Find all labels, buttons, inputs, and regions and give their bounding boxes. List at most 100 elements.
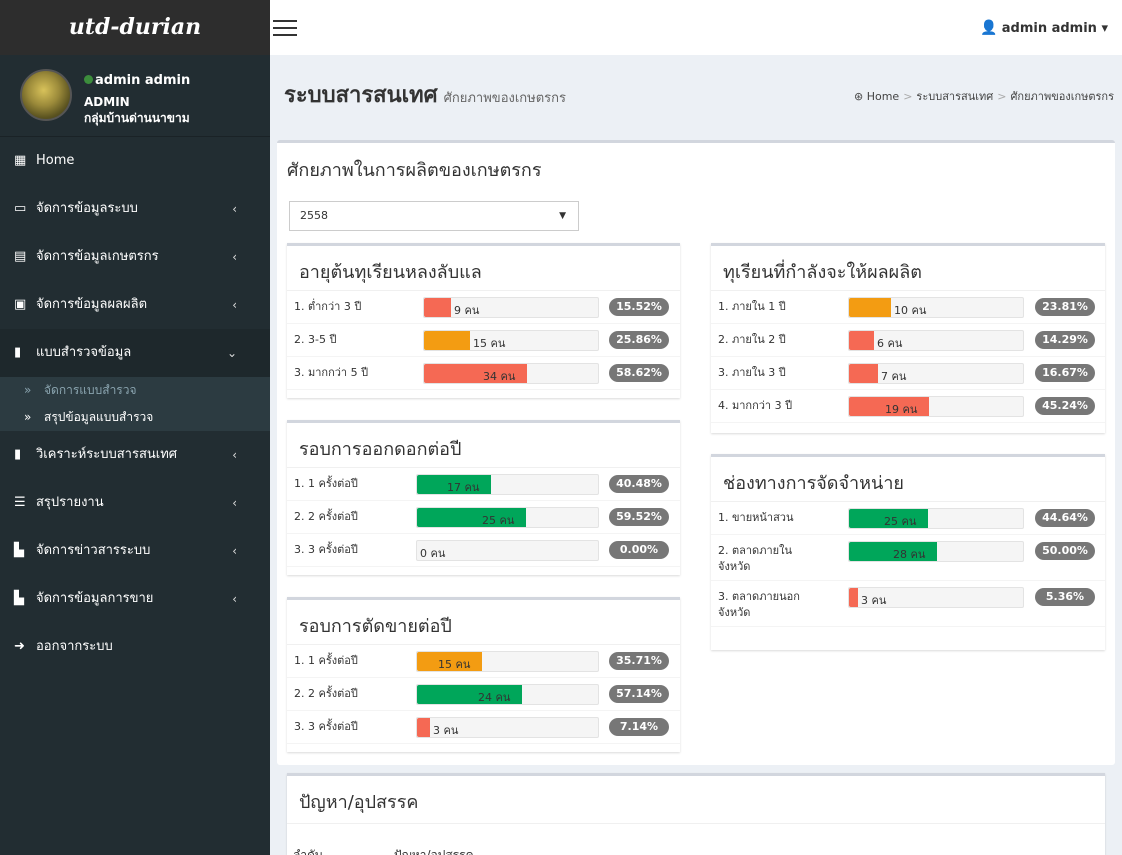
progress-count: 3 คน [433, 724, 459, 737]
user-role: ADMIN [84, 95, 130, 109]
breadcrumb-current: ศักยภาพของเกษตรกร [1010, 90, 1114, 103]
percent-badge: 15.52% [609, 298, 669, 316]
progress-bar: 10 คน [848, 297, 1024, 318]
progress-count: 6 คน [877, 337, 903, 350]
progress-row: 1. ขายหน้าสวน 25 คน 44.64% [711, 502, 1105, 535]
progress-bar: 34 คน [423, 363, 599, 384]
chevron-left-icon: ‹ [232, 298, 237, 312]
card-title: อายุต้นทุเรียนหลงลับแล [287, 246, 680, 291]
percent-badge: 5.36% [1035, 588, 1095, 606]
grid-icon: ▦ [14, 153, 27, 168]
card-upcoming-yield: ทุเรียนที่กำลังจะให้ผลผลิต 1. ภายใน 1 ปี… [711, 243, 1105, 433]
page-subtitle: ศักยภาพของเกษตรกร [443, 91, 567, 106]
avatar [20, 69, 72, 121]
sidebar-subitem-manage-survey[interactable]: » จัดการแบบสำรวจ [0, 377, 270, 404]
progress-row: 3. ภายใน 3 ปี 7 คน 16.67% [711, 357, 1105, 390]
chevron-left-icon: ‹ [232, 544, 237, 558]
progress-row: 3. มากกว่า 5 ปี 34 คน 58.62% [287, 357, 680, 390]
progress-count: 0 คน [420, 547, 446, 560]
sidebar-item-sales[interactable]: ▙ จัดการข้อมูลการขาย ‹ [0, 575, 270, 623]
row-label: 3. 3 ครั้งต่อปี [294, 543, 358, 556]
user-name-text: admin admin [95, 73, 191, 88]
sidebar-item-logout[interactable]: ➜ ออกจากระบบ [0, 623, 270, 671]
card-harvest-cycle: รอบการตัดขายต่อปี 1. 1 ครั้งต่อปี 15 คน 35… [287, 597, 680, 752]
progress-row: 2. ตลาดภายใน จังหวัด 28 คน 50.00% [711, 535, 1105, 581]
progress-count: 25 คน [482, 514, 515, 527]
list-icon: ▤ [14, 249, 27, 264]
bar-chart-icon: ▮ [14, 447, 22, 462]
progress-row: 2. 2 ครั้งต่อปี 24 คน 57.14% [287, 678, 680, 711]
row-label: 2. 2 ครั้งต่อปี [294, 510, 358, 523]
sidebar: utd-durian admin admin ADMIN กลุ่มบ้านด่… [0, 0, 270, 855]
percent-badge: 25.86% [609, 331, 669, 349]
caret-down-icon: ▾ [1101, 21, 1108, 36]
monitor-icon: ▭ [14, 201, 27, 216]
sidebar-item-survey[interactable]: ▮ แบบสำรวจข้อมูล ⌄ [0, 329, 270, 377]
chevron-down-icon: ⌄ [226, 346, 237, 360]
card-problems: ปัญหา/อุปสรรค ลำดับ ปัญหา/อุปสรรค [287, 773, 1105, 855]
top-navbar: 👤 admin admin ▾ [270, 0, 1122, 55]
progress-bar: 19 คน [848, 396, 1024, 417]
progress-bar: 6 คน [848, 330, 1024, 351]
sidebar-item-report[interactable]: ☰ สรุปรายงาน ‹ [0, 479, 270, 527]
progress-bar: 24 คน [416, 684, 599, 705]
percent-badge: 59.52% [609, 508, 669, 526]
user-panel: admin admin ADMIN กลุ่มบ้านด่านนาขาม [0, 55, 270, 137]
progress-row: 3. ตลาดภายนอก จังหวัด 3 คน 5.36% [711, 581, 1105, 627]
percent-badge: 44.64% [1035, 509, 1095, 527]
row-label: 1. ต่ำกว่า 3 ปี [294, 300, 362, 313]
progress-count: 17 คน [447, 481, 480, 494]
sidebar-item-analysis[interactable]: ▮ วิเคราะห์ระบบสารสนเทศ ‹ [0, 431, 270, 479]
progress-bar: 15 คน [416, 651, 599, 672]
table-header-problem: ปัญหา/อุปสรรค [394, 848, 474, 855]
breadcrumb-system[interactable]: ระบบสารสนเทศ [916, 90, 993, 103]
progress-bar: 25 คน [848, 508, 1024, 529]
chevron-left-icon: ‹ [232, 592, 237, 606]
percent-badge: 14.29% [1035, 331, 1095, 349]
progress-count: 15 คน [473, 337, 506, 350]
sidebar-item-system[interactable]: ▭ จัดการข้อมูลระบบ ‹ [0, 185, 270, 233]
progress-bar: 17 คน [416, 474, 599, 495]
sidebar-subitem-survey-summary[interactable]: » สรุปข้อมูลแบบสำรวจ [0, 404, 270, 431]
progress-count: 28 คน [893, 548, 926, 561]
card-flowering-cycle: รอบการออกดอกต่อปี 1. 1 ครั้งต่อปี 17 คน 40… [287, 420, 680, 575]
row-label: 3. มากกว่า 5 ปี [294, 366, 369, 379]
progress-row: 1. 1 ครั้งต่อปี 17 คน 40.48% [287, 468, 680, 501]
sidebar-item-home[interactable]: ▦ Home [0, 137, 270, 185]
progress-count: 34 คน [483, 370, 516, 383]
progress-row: 2. 3-5 ปี 15 คน 25.86% [287, 324, 680, 357]
progress-fill [424, 298, 451, 317]
content-header: ระบบสารสนเทศ ศักยภาพของเกษตรกร ⊛ Home > ระบ… [270, 55, 1122, 140]
table-header-index: ลำดับ [293, 848, 323, 855]
chevron-left-icon: ‹ [232, 496, 237, 510]
row-label: 3. ภายใน 3 ปี [718, 366, 786, 379]
progress-fill [417, 718, 430, 737]
progress-bar: 7 คน [848, 363, 1024, 384]
row-label: 3. 3 ครั้งต่อปี [294, 720, 358, 733]
progress-count: 15 คน [438, 658, 471, 671]
percent-badge: 50.00% [1035, 542, 1095, 560]
row-label: 1. ขายหน้าสวน [718, 511, 794, 524]
menu-toggle-icon[interactable] [273, 20, 297, 38]
chevron-left-icon: ‹ [232, 250, 237, 264]
panel-title: ศักยภาพในการผลิตของเกษตรกร [287, 160, 542, 181]
progress-row: 1. 1 ครั้งต่อปี 15 คน 35.71% [287, 645, 680, 678]
breadcrumb-home[interactable]: Home [867, 90, 899, 103]
percent-badge: 16.67% [1035, 364, 1095, 382]
row-label: 2. 2 ครั้งต่อปี [294, 687, 358, 700]
sidebar-item-news[interactable]: ▙ จัดการข่าวสารระบบ ‹ [0, 527, 270, 575]
double-chevron-icon: » [24, 383, 32, 397]
progress-row: 2. 2 ครั้งต่อปี 25 คน 59.52% [287, 501, 680, 534]
file-icon: ▙ [14, 591, 24, 606]
percent-badge: 58.62% [609, 364, 669, 382]
page-title: ระบบสารสนเทศ ศักยภาพของเกษตรกร [284, 83, 567, 108]
app-logo[interactable]: utd-durian [0, 0, 270, 55]
sidebar-item-farmers[interactable]: ▤ จัดการข้อมูลเกษตรกร ‹ [0, 233, 270, 281]
sidebar-item-products[interactable]: ▣ จัดการข้อมูลผลผลิต ‹ [0, 281, 270, 329]
row-label: 2. ตลาดภายใน จังหวัด [718, 544, 792, 573]
card-title: ปัญหา/อุปสรรค [287, 776, 1105, 824]
year-select[interactable]: 2558 ▼ [289, 201, 579, 231]
progress-fill [849, 364, 878, 383]
progress-bar: 25 คน [416, 507, 599, 528]
user-menu[interactable]: 👤 admin admin ▾ [980, 20, 1108, 36]
